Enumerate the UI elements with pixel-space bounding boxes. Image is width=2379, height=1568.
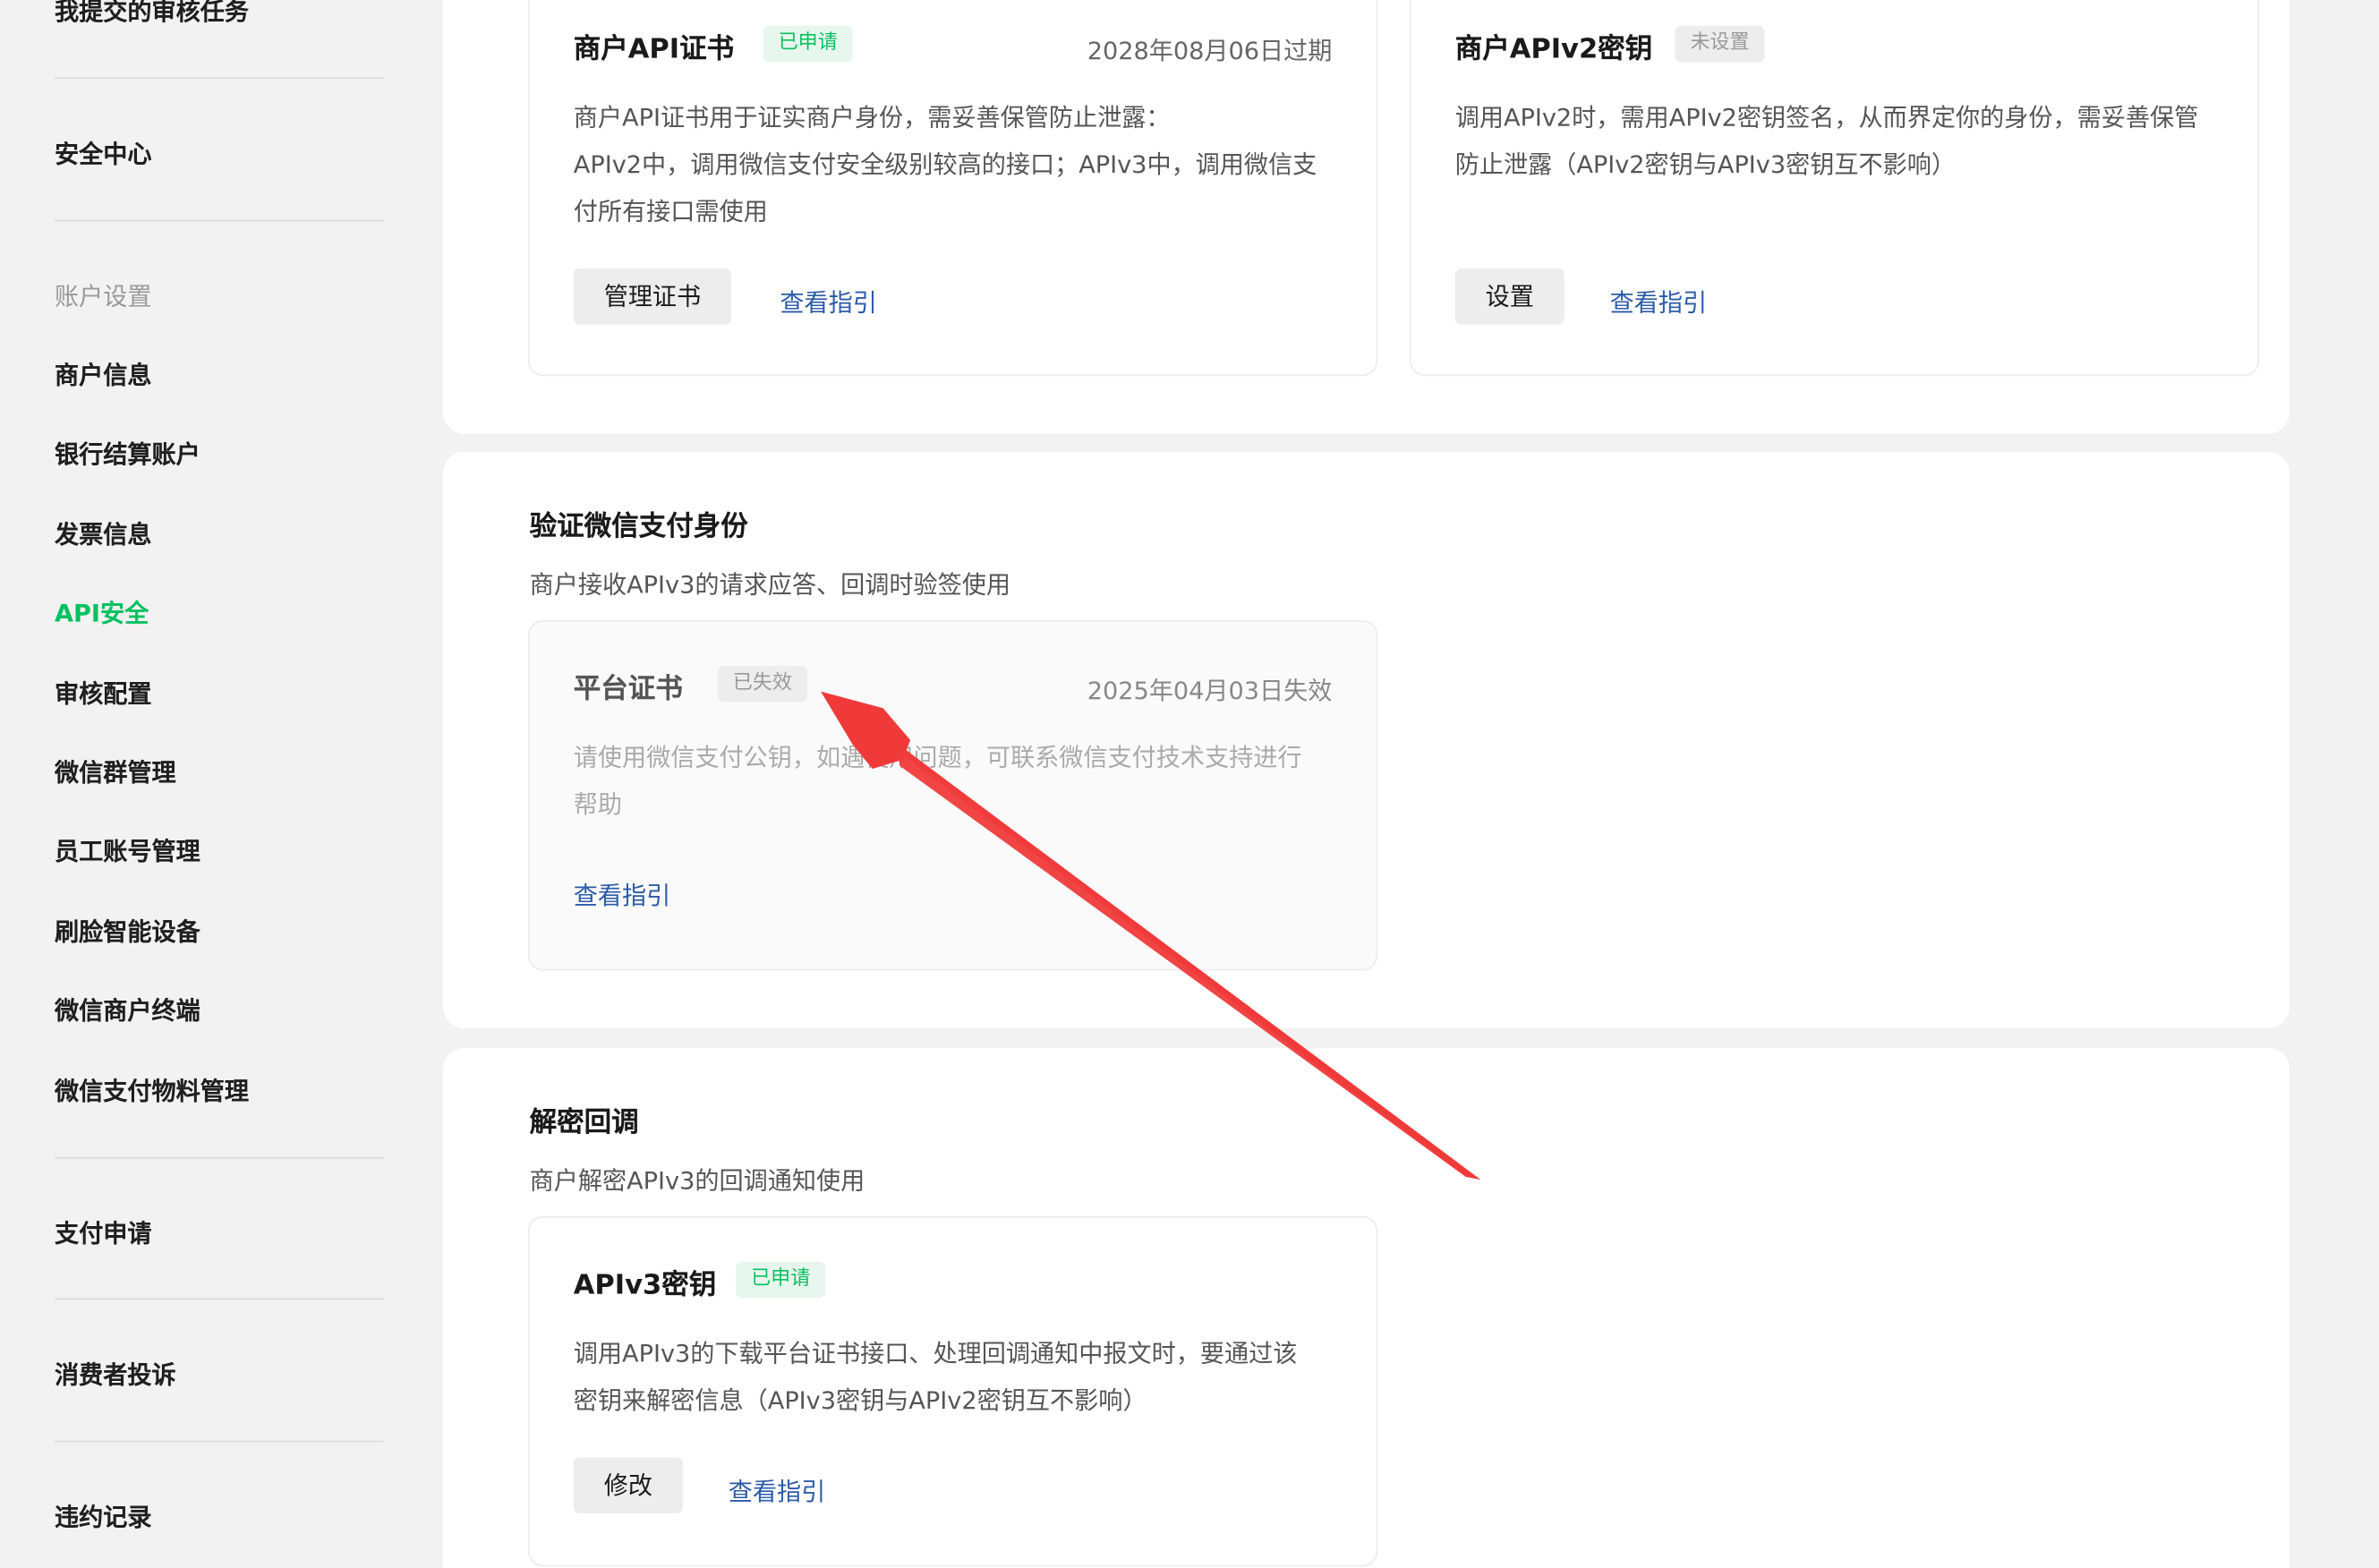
sidebar-item-bank-account[interactable]: 银行结算账户 bbox=[55, 434, 200, 471]
view-guide-link[interactable]: 查看指引 bbox=[1610, 282, 1708, 319]
status-badge: 未设置 bbox=[1675, 25, 1765, 63]
description-line: APIv2中，调用微信支付安全级别较高的接口；APIv3中，调用微信支 bbox=[573, 149, 1317, 179]
card-title: 商户API证书 bbox=[573, 33, 735, 65]
description-line: 密钥来解密信息（APIv3密钥与APIv2密钥互不影响） bbox=[573, 1385, 1147, 1415]
status-badge: 已申请 bbox=[736, 1261, 826, 1299]
status-badge: 已失效 bbox=[717, 665, 807, 703]
sidebar-divider bbox=[55, 1298, 384, 1300]
sidebar-divider bbox=[55, 77, 384, 80]
section-title: 解密回调 bbox=[529, 1106, 639, 1139]
sidebar: 我提交的审核任务 安全中心 账户设置 商户信息 银行结算账户 发票信息 API安… bbox=[0, 0, 425, 1568]
card-description: 调用APIv2时，需用APIv2密钥签名，从而界定你的身份，需妥善保管 防止泄露… bbox=[1455, 94, 2219, 188]
card-title: 商户APIv2密钥 bbox=[1454, 33, 1653, 65]
sidebar-item-merchant-info[interactable]: 商户信息 bbox=[55, 354, 152, 391]
sidebar-item-security-center[interactable]: 安全中心 bbox=[55, 133, 152, 170]
sidebar-group-account-settings: 账户设置 bbox=[55, 282, 152, 311]
sidebar-item-payment-application[interactable]: 支付申请 bbox=[55, 1214, 152, 1250]
description-line: 调用APIv2时，需用APIv2密钥签名，从而界定你的身份，需妥善保管 bbox=[1454, 103, 2199, 132]
sidebar-divider bbox=[55, 219, 384, 222]
sidebar-item-violation-records[interactable]: 违约记录 bbox=[55, 1496, 152, 1533]
api-credentials-panel: 商户API证书 已申请 2028年08月06日过期 商户API证书用于证实商户身… bbox=[442, 0, 2290, 434]
view-guide-link[interactable]: 查看指引 bbox=[574, 875, 671, 912]
page-canvas: 我提交的审核任务 安全中心 账户设置 商户信息 银行结算账户 发票信息 API安… bbox=[0, 0, 2379, 1568]
sidebar-item-merchant-terminal[interactable]: 微信商户终端 bbox=[55, 990, 200, 1027]
api-cert-card: 商户API证书 已申请 2028年08月06日过期 商户API证书用于证实商户身… bbox=[527, 0, 1378, 377]
sidebar-item-wechat-group[interactable]: 微信群管理 bbox=[55, 752, 176, 788]
card-description: 调用APIv3的下载平台证书接口、处理回调通知中报文时，要通过该 密钥来解密信息… bbox=[574, 1330, 1337, 1424]
decrypt-callback-panel: 解密回调 商户解密APIv3的回调通知使用 APIv3密钥 已申请 调用APIv… bbox=[442, 1047, 2290, 1568]
description-line: 帮助 bbox=[573, 789, 623, 819]
sidebar-divider bbox=[55, 1156, 384, 1159]
sidebar-divider bbox=[55, 1440, 384, 1443]
view-guide-link[interactable]: 查看指引 bbox=[780, 282, 877, 319]
view-guide-link[interactable]: 查看指引 bbox=[729, 1471, 826, 1508]
sidebar-item-review-config[interactable]: 审核配置 bbox=[55, 673, 152, 710]
card-title: 平台证书 bbox=[573, 673, 683, 705]
description-line: 防止泄露（APIv2密钥与APIv3密钥互不影响） bbox=[1454, 149, 1957, 179]
description-line: 商户API证书用于证实商户身份，需妥善保管防止泄露： bbox=[573, 103, 1171, 132]
description-line: 调用APIv3的下载平台证书接口、处理回调通知中报文时，要通过该 bbox=[573, 1339, 1298, 1368]
set-key-button[interactable]: 设置 bbox=[1454, 268, 1565, 325]
sidebar-item-face-devices[interactable]: 刷脸智能设备 bbox=[55, 911, 200, 948]
sidebar-item-consumer-complaints[interactable]: 消费者投诉 bbox=[55, 1354, 176, 1391]
expiry-date: 2028年08月06日过期 bbox=[1087, 36, 1333, 65]
sidebar-item-invoice-info[interactable]: 发票信息 bbox=[55, 514, 152, 550]
description-line: 付所有接口需使用 bbox=[573, 197, 768, 226]
sidebar-item-api-security[interactable]: API安全 bbox=[55, 593, 149, 630]
platform-cert-card: 平台证书 已失效 2025年04月03日失效 请使用微信支付公钥，如遇使用问题，… bbox=[527, 620, 1378, 971]
verify-identity-panel: 验证微信支付身份 商户接收APIv3的请求应答、回调时验签使用 平台证书 已失效… bbox=[442, 451, 2290, 1028]
sidebar-item-staff-accounts[interactable]: 员工账号管理 bbox=[55, 831, 200, 868]
status-badge: 已申请 bbox=[763, 25, 853, 63]
sidebar-item-materials[interactable]: 微信支付物料管理 bbox=[55, 1070, 249, 1107]
card-description: 请使用微信支付公钥，如遇使用问题，可联系微信支付技术支持进行 帮助 bbox=[574, 734, 1337, 828]
expiry-date: 2025年04月03日失效 bbox=[1087, 676, 1333, 705]
card-description: 商户API证书用于证实商户身份，需妥善保管防止泄露： APIv2中，调用微信支付… bbox=[574, 94, 1337, 235]
description-line: 请使用微信支付公钥，如遇使用问题，可联系微信支付技术支持进行 bbox=[573, 743, 1302, 772]
modify-key-button[interactable]: 修改 bbox=[573, 1457, 683, 1514]
section-title: 验证微信支付身份 bbox=[529, 511, 748, 543]
card-title: APIv3密钥 bbox=[573, 1269, 717, 1301]
sidebar-item-my-review-tasks[interactable]: 我提交的审核任务 bbox=[55, 0, 249, 27]
apiv2-key-card: 商户APIv2密钥 未设置 调用APIv2时，需用APIv2密钥签名，从而界定你… bbox=[1409, 0, 2260, 377]
section-subtitle: 商户接收APIv3的请求应答、回调时验签使用 bbox=[529, 570, 1010, 600]
section-subtitle: 商户解密APIv3的回调通知使用 bbox=[529, 1165, 865, 1196]
apiv3-key-card: APIv3密钥 已申请 调用APIv3的下载平台证书接口、处理回调通知中报文时，… bbox=[527, 1215, 1378, 1567]
manage-cert-button[interactable]: 管理证书 bbox=[573, 268, 732, 325]
